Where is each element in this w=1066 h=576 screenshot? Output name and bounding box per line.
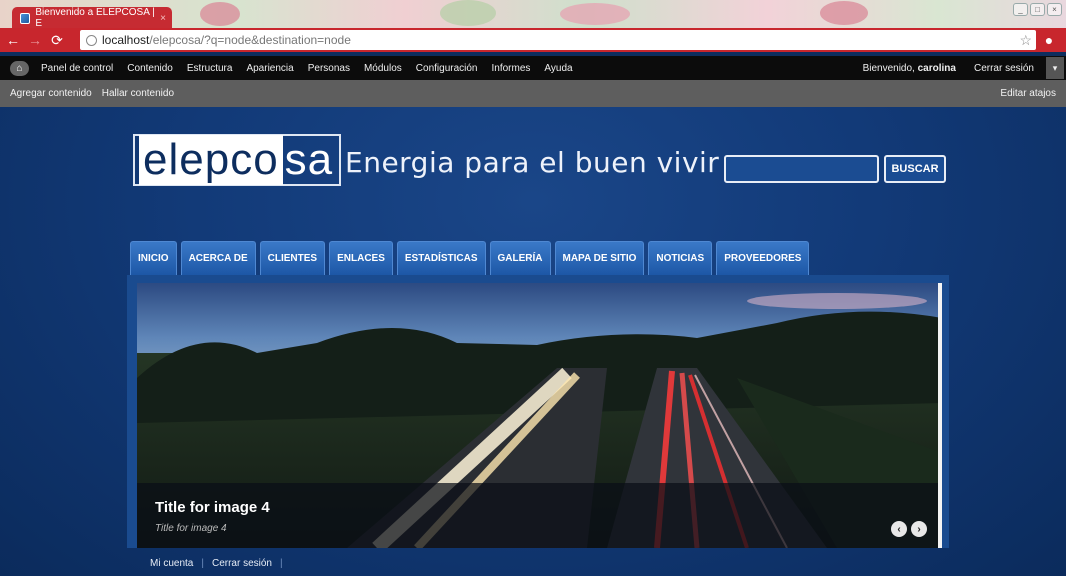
search-button[interactable]: BUSCAR xyxy=(884,155,946,183)
site-tagline: Energia para el buen vivir xyxy=(345,146,720,179)
logo-wordmark: elepco sa xyxy=(133,134,342,186)
nav-tab-enlaces[interactable]: ENLACES xyxy=(329,241,393,275)
decorative-theme-flower xyxy=(820,1,868,25)
shortcut-link[interactable]: Agregar contenido xyxy=(10,88,92,99)
slideshow-image[interactable]: Title for image 4 Title for image 4 ‹ › xyxy=(137,283,942,548)
prev-slide-icon[interactable]: ‹ xyxy=(891,521,907,537)
shortcut-link[interactable]: Hallar contenido xyxy=(102,88,174,99)
nav-tab-proveedores[interactable]: PROVEEDORES xyxy=(716,241,810,275)
decorative-theme-flower xyxy=(440,0,496,26)
window-controls: _ □ × xyxy=(1013,3,1062,16)
search-input[interactable] xyxy=(724,155,879,183)
toggle-shortcuts-icon[interactable]: ▾ xyxy=(1046,57,1064,79)
maximize-icon[interactable]: □ xyxy=(1030,3,1045,16)
next-slide-icon[interactable]: › xyxy=(911,521,927,537)
nav-tab-noticias[interactable]: NOTICIAS xyxy=(648,241,713,275)
nav-tab-inicio[interactable]: INICIO xyxy=(130,241,177,275)
star-icon[interactable]: ☆ xyxy=(1019,32,1032,49)
url-path: /elepcosa/?q=node&destination=node xyxy=(149,33,351,47)
nav-tab-acerca-de[interactable]: ACERCA DE xyxy=(180,241,256,275)
slide-controls: ‹ › xyxy=(891,521,927,537)
admin-menu-item[interactable]: Personas xyxy=(308,63,350,74)
footer-separator: | xyxy=(201,558,204,569)
main-nav: INICIO ACERCA DE CLIENTES ENLACES ESTADÍ… xyxy=(130,241,810,275)
decorative-theme-flower xyxy=(200,2,240,26)
slide-subtitle: Title for image 4 xyxy=(155,523,227,534)
tab-close-icon[interactable]: × xyxy=(160,13,166,24)
page-info-icon[interactable] xyxy=(86,34,97,46)
admin-toolbar: ⌂ Panel de control Contenido Estructura … xyxy=(0,56,1066,80)
footer-separator: | xyxy=(280,558,283,569)
admin-menu-item[interactable]: Apariencia xyxy=(246,63,293,74)
tab-title: Bienvenido a ELEPCOSA | E xyxy=(35,7,155,29)
url-host: localhost xyxy=(102,33,150,47)
slideshow-scrollbar[interactable] xyxy=(938,283,942,548)
window-close-icon[interactable]: × xyxy=(1047,3,1062,16)
footer-logout-link[interactable]: Cerrar sesión xyxy=(212,558,272,569)
address-bar[interactable]: localhost/elepcosa/?q=node&destination=n… xyxy=(80,30,1036,50)
nav-tab-mapa-de-sitio[interactable]: MAPA DE SITIO xyxy=(554,241,645,275)
browser-toolbar: ← → ⟳ localhost/elepcosa/?q=node&destina… xyxy=(0,28,1066,52)
welcome-text: Bienvenido, carolina xyxy=(862,62,956,74)
minimize-icon[interactable]: _ xyxy=(1013,3,1028,16)
reload-icon[interactable]: ⟳ xyxy=(48,32,66,49)
site-logo[interactable]: elepco sa xyxy=(133,134,342,186)
slide-title: Title for image 4 xyxy=(155,499,270,516)
admin-menu-item[interactable]: Panel de control xyxy=(41,63,113,74)
slide-caption: Title for image 4 Title for image 4 ‹ › xyxy=(137,483,942,548)
footer-links: Mi cuenta | Cerrar sesión | xyxy=(150,558,283,569)
browser-tab-active[interactable]: Bienvenido a ELEPCOSA | E × xyxy=(12,7,172,29)
admin-menu-item[interactable]: Configuración xyxy=(416,63,478,74)
extension-icon[interactable]: ● xyxy=(1040,31,1058,49)
admin-menu-item[interactable]: Ayuda xyxy=(544,63,572,74)
edit-shortcuts-link[interactable]: Editar atajos xyxy=(1000,88,1056,99)
browser-tabstrip: Bienvenido a ELEPCOSA | E × _ □ × xyxy=(0,0,1066,29)
decorative-theme-flower xyxy=(560,3,630,25)
admin-user-area: Bienvenido, carolina Cerrar sesión ▾ xyxy=(863,56,1066,80)
admin-logout-link[interactable]: Cerrar sesión xyxy=(974,63,1034,74)
favicon-icon xyxy=(20,12,31,24)
username[interactable]: carolina xyxy=(918,63,956,74)
nav-tab-galeria[interactable]: GALERÍA xyxy=(489,241,551,275)
my-account-link[interactable]: Mi cuenta xyxy=(150,558,193,569)
admin-menu-item[interactable]: Informes xyxy=(492,63,531,74)
admin-menu-item[interactable]: Módulos xyxy=(364,63,402,74)
nav-tab-clientes[interactable]: CLIENTES xyxy=(259,241,326,275)
nav-tab-estadisticas[interactable]: ESTADÍSTICAS xyxy=(396,241,486,275)
shortcuts-bar: Agregar contenido Hallar contenido Edita… xyxy=(0,80,1066,107)
admin-menu-item[interactable]: Estructura xyxy=(187,63,233,74)
home-icon[interactable]: ⌂ xyxy=(10,60,29,76)
admin-menu-item[interactable]: Contenido xyxy=(127,63,173,74)
back-icon[interactable]: ← xyxy=(4,32,22,48)
forward-icon[interactable]: → xyxy=(26,32,44,48)
